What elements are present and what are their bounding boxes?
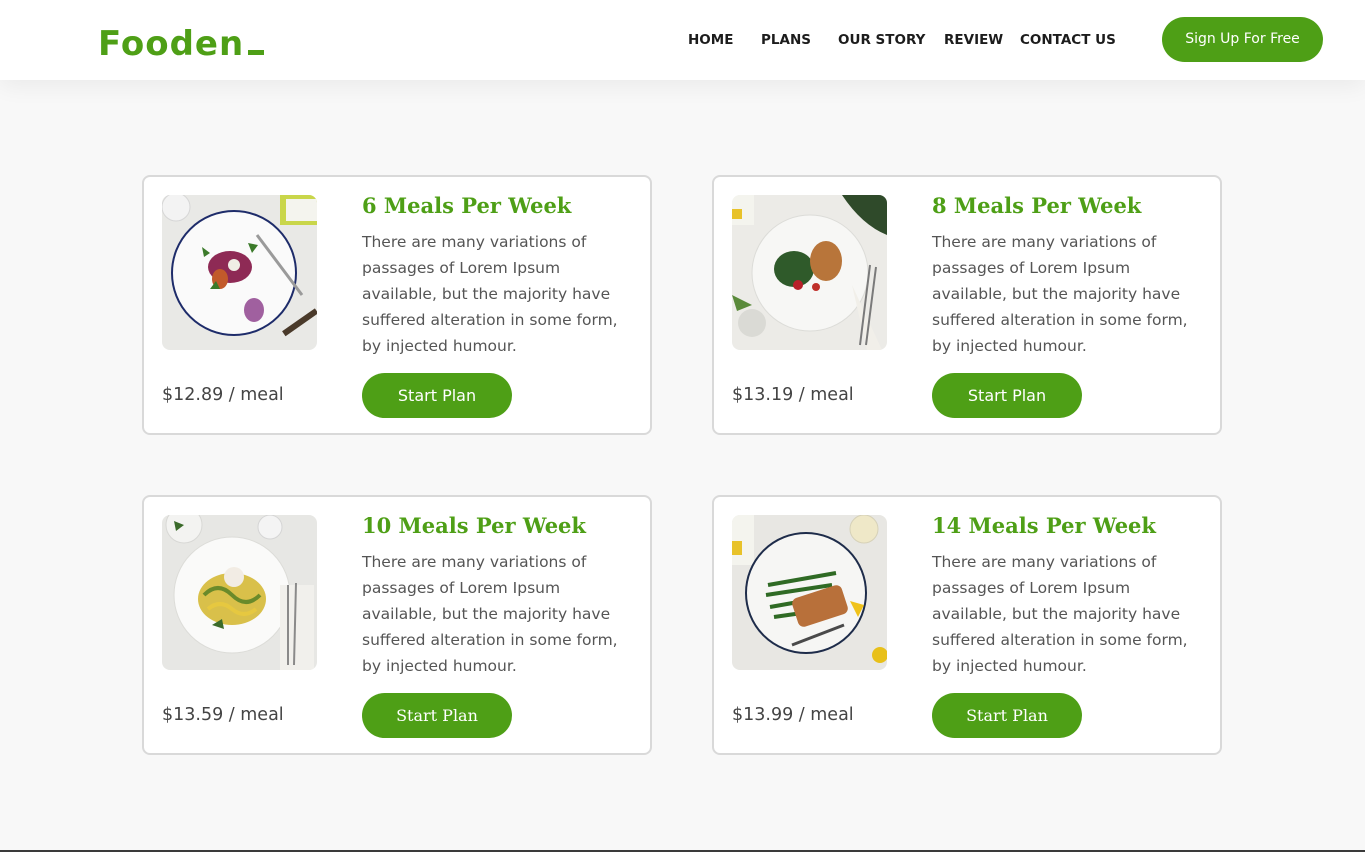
nav-home[interactable]: HOME bbox=[688, 31, 733, 49]
site-header: Fooden HOME PLANS OUR STORY REVIEW CONTA… bbox=[0, 0, 1365, 80]
plan-price: $12.89 / meal bbox=[162, 385, 284, 405]
nav-contact-us[interactable]: CONTACT US bbox=[1020, 31, 1116, 49]
start-plan-button[interactable]: Start Plan bbox=[362, 373, 512, 418]
plan-card: 6 Meals Per Week There are many variatio… bbox=[142, 175, 652, 435]
chicken-greens-plate-photo bbox=[732, 195, 887, 350]
plan-description: There are many variations of passages of… bbox=[362, 553, 618, 675]
plan-card: 14 Meals Per Week There are many variati… bbox=[712, 495, 1222, 755]
plan-title: 8 Meals Per Week bbox=[932, 193, 1142, 218]
logo-text: Fooden bbox=[98, 24, 245, 64]
start-plan-button[interactable]: Start Plan bbox=[362, 693, 512, 738]
plan-image bbox=[732, 195, 887, 350]
plan-image bbox=[162, 195, 317, 350]
plan-price: $13.99 / meal bbox=[732, 705, 854, 725]
plan-description: There are many variations of passages of… bbox=[932, 553, 1188, 675]
logo-underscore bbox=[248, 50, 265, 55]
plan-card: 8 Meals Per Week There are many variatio… bbox=[712, 175, 1222, 435]
plan-price: $13.19 / meal bbox=[732, 385, 854, 405]
plan-title: 6 Meals Per Week bbox=[362, 193, 572, 218]
start-plan-button[interactable]: Start Plan bbox=[932, 693, 1082, 738]
plan-image bbox=[732, 515, 887, 670]
plan-image bbox=[162, 515, 317, 670]
nav-review[interactable]: REVIEW bbox=[944, 31, 1003, 49]
plan-price: $13.59 / meal bbox=[162, 705, 284, 725]
plan-description: There are many variations of passages of… bbox=[362, 233, 618, 355]
plan-card: 10 Meals Per Week There are many variati… bbox=[142, 495, 652, 755]
plan-title: 10 Meals Per Week bbox=[362, 513, 586, 538]
salmon-green-beans-plate-photo bbox=[732, 515, 887, 670]
logo[interactable]: Fooden bbox=[98, 24, 265, 64]
nav-our-story[interactable]: OUR STORY bbox=[838, 31, 925, 49]
start-plan-button[interactable]: Start Plan bbox=[932, 373, 1082, 418]
beet-salad-plate-photo bbox=[162, 195, 317, 350]
zucchini-noodles-plate-photo bbox=[162, 515, 317, 670]
nav-plans[interactable]: PLANS bbox=[761, 31, 811, 49]
plan-description: There are many variations of passages of… bbox=[932, 233, 1188, 355]
plan-title: 14 Meals Per Week bbox=[932, 513, 1156, 538]
sign-up-button[interactable]: Sign Up For Free bbox=[1162, 17, 1323, 62]
